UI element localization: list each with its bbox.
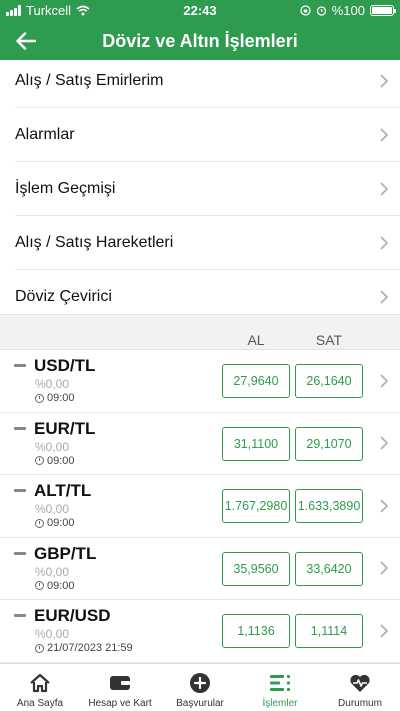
menu-item-label: Alış / Satış Emirlerim <box>15 71 164 89</box>
update-time: 09:00 <box>35 580 75 592</box>
tab-home[interactable]: Ana Sayfa <box>0 664 80 711</box>
neutral-change-icon <box>14 426 26 430</box>
currency-pair: USD/TL <box>34 356 96 375</box>
rate-row-usd-tl[interactable]: USD/TL %0,00 09:00 27,9640 26,1640 <box>0 350 400 413</box>
menu-item-label: Alarmlar <box>15 125 75 143</box>
neutral-change-icon <box>14 364 26 367</box>
column-sell-label: SAT <box>315 332 343 348</box>
battery-icon <box>370 5 396 16</box>
change-percent: %0,00 <box>35 627 70 641</box>
plus-circle-icon <box>190 673 210 693</box>
sell-price-button[interactable]: 1,1114 <box>295 614 363 648</box>
currency-pair: EUR/TL <box>34 418 96 438</box>
rates-list: USD/TL %0,00 09:00 27,9640 26,1640 EUR/T… <box>0 350 400 663</box>
status-bar: Turkcell 22:43 %100 <box>0 0 400 22</box>
chevron-right-icon <box>380 290 388 304</box>
chevron-right-icon <box>380 561 388 575</box>
buy-price-button[interactable]: 27,9640 <box>222 364 290 398</box>
clock-icon <box>35 518 44 528</box>
chevron-right-icon <box>380 73 388 88</box>
currency-pair: GBP/TL <box>34 543 97 563</box>
buy-price-button[interactable]: 1.767,2980 <box>222 489 290 523</box>
tab-label: Ana Sayfa <box>16 698 64 709</box>
rate-row-eur-usd[interactable]: EUR/USD %0,00 21/07/2023 21:59 1,1136 1,… <box>0 600 400 663</box>
chevron-right-icon <box>380 235 388 250</box>
change-percent: %0,00 <box>35 439 70 454</box>
tab-label: Başvurular <box>176 698 224 709</box>
change-percent: %0,00 <box>35 564 70 579</box>
menu-item-orders[interactable]: Alış / Satış Emirlerim <box>15 54 400 108</box>
currency-pair: EUR/USD <box>34 606 111 625</box>
wallet-icon <box>110 676 130 690</box>
home-icon <box>30 673 50 693</box>
neutral-change-icon <box>14 551 26 555</box>
chevron-right-icon <box>380 127 388 142</box>
alarm-icon <box>316 6 326 16</box>
list-icon <box>270 675 290 691</box>
menu-item-history[interactable]: İşlem Geçmişi <box>15 162 400 216</box>
rate-row-alt-tl[interactable]: ALT/TL %0,00 09:00 1.767,2980 1.633,3890 <box>0 475 400 538</box>
sell-price-button[interactable]: 26,1640 <box>295 364 363 398</box>
tab-label: Hesap ve Kart <box>88 698 152 709</box>
tab-status[interactable]: Durumum <box>320 664 400 711</box>
neutral-change-icon <box>14 614 26 617</box>
chevron-right-icon <box>380 374 388 388</box>
menu-item-label: Döviz Çevirici <box>15 288 112 305</box>
column-buy-label: AL <box>247 332 265 348</box>
rates-column-header: AL SAT <box>0 314 400 350</box>
rate-row-eur-tl[interactable]: EUR/TL %0,00 09:00 31,1100 29,1070 <box>0 413 400 475</box>
buy-price-button[interactable]: 1,1136 <box>222 614 290 648</box>
sell-price-button[interactable]: 1.633,3890 <box>295 489 363 523</box>
battery-percent: %100 <box>331 3 365 18</box>
update-time: 09:00 <box>35 517 75 529</box>
rotation-lock-icon <box>300 5 311 16</box>
chevron-right-icon <box>380 181 388 196</box>
menu-list: Alış / Satış Emirlerim Alarmlar İşlem Ge… <box>0 54 400 324</box>
status-right-group: %100 <box>300 3 396 18</box>
update-time-value: 09:00 <box>47 579 75 592</box>
tab-label: İşlemler <box>262 698 298 709</box>
neutral-change-icon <box>14 489 26 492</box>
update-time: 09:00 <box>35 392 75 404</box>
clock-icon <box>35 581 44 590</box>
heart-pulse-icon <box>350 674 370 692</box>
menu-item-alarms[interactable]: Alarmlar <box>15 108 400 162</box>
clock-icon <box>35 643 44 653</box>
update-time: 09:00 <box>35 455 75 467</box>
update-time-value: 09:00 <box>47 454 75 467</box>
tab-label: Durumum <box>338 698 382 709</box>
tab-account-card[interactable]: Hesap ve Kart <box>80 664 160 711</box>
chevron-right-icon <box>380 436 388 450</box>
update-time-value: 09:00 <box>47 392 75 404</box>
sell-price-button[interactable]: 29,1070 <box>295 426 363 461</box>
update-time: 21/07/2023 21:59 <box>35 642 133 654</box>
bottom-tab-bar: Ana Sayfa Hesap ve Kart Başvurular İşlem… <box>0 663 400 711</box>
change-percent: %0,00 <box>35 502 70 516</box>
sell-price-button[interactable]: 33,6420 <box>295 551 363 586</box>
menu-item-transactions[interactable]: Alış / Satış Hareketleri <box>15 216 400 270</box>
tab-applications[interactable]: Başvurular <box>160 664 240 711</box>
chevron-right-icon <box>380 624 388 638</box>
currency-pair: ALT/TL <box>34 481 92 500</box>
clock-icon <box>35 456 44 465</box>
update-time-value: 09:00 <box>47 517 75 529</box>
rate-row-gbp-tl[interactable]: GBP/TL %0,00 09:00 35,9560 33,6420 <box>0 538 400 600</box>
change-percent: %0,00 <box>35 377 70 391</box>
clock-icon <box>35 393 44 403</box>
page-title: Döviz ve Altın İşlemleri <box>102 31 298 51</box>
buy-price-button[interactable]: 31,1100 <box>222 426 290 461</box>
menu-item-label: İşlem Geçmişi <box>15 179 116 197</box>
update-time-value: 21/07/2023 21:59 <box>47 642 133 654</box>
chevron-right-icon <box>380 499 388 513</box>
tab-transactions[interactable]: İşlemler <box>240 664 320 711</box>
menu-item-label: Alış / Satış Hareketleri <box>15 233 174 251</box>
buy-price-button[interactable]: 35,9560 <box>222 551 290 586</box>
